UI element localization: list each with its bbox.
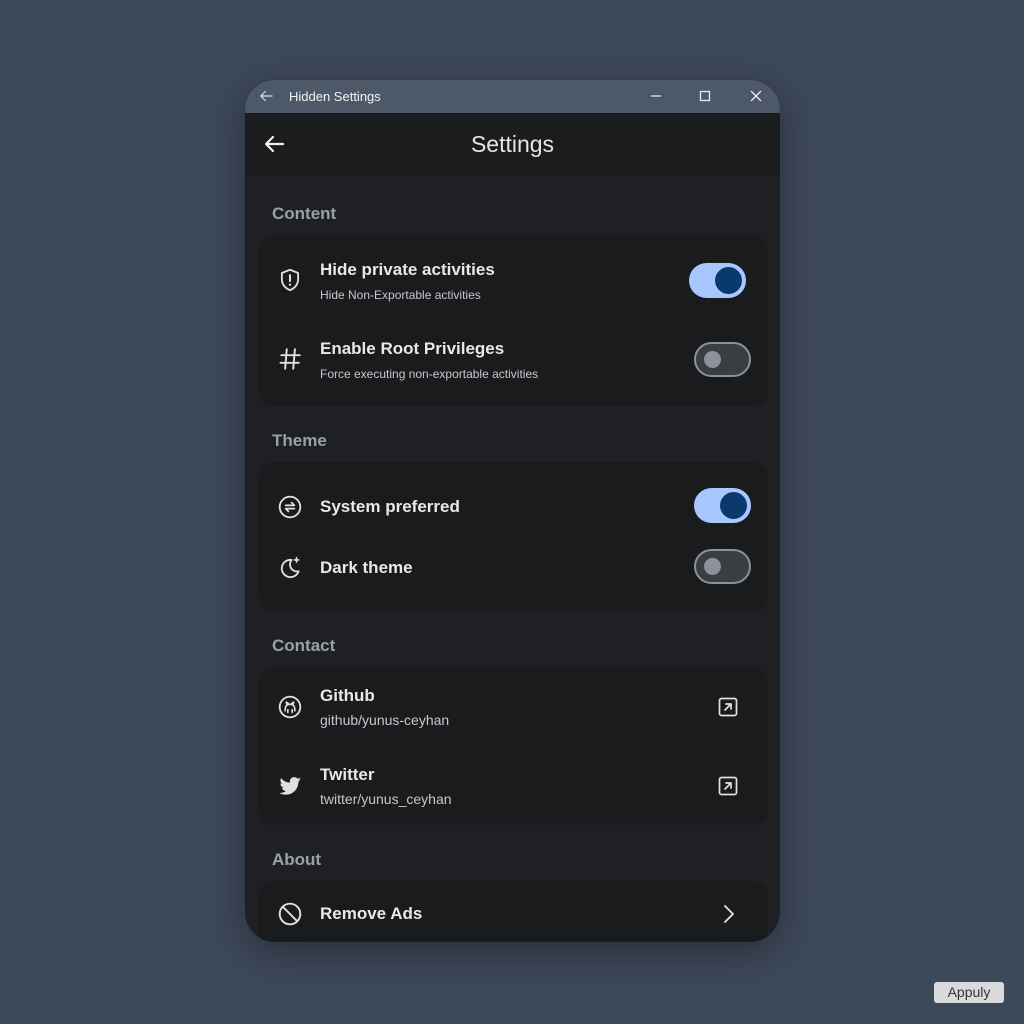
hash-icon [279, 348, 301, 370]
contact-title: Twitter [320, 765, 375, 784]
setting-title: Hide private activities [320, 260, 495, 279]
chevron-right-icon[interactable] [716, 902, 740, 926]
setting-title: Dark theme [320, 558, 413, 577]
sync-theme-icon [278, 495, 302, 519]
dark-theme-toggle[interactable] [694, 549, 751, 584]
shield-alert-icon [280, 268, 300, 291]
card-theme: System preferred Dark theme [259, 462, 768, 611]
titlebar-back-icon[interactable] [257, 87, 275, 105]
open-external-icon[interactable] [716, 774, 740, 798]
about-remove-ads[interactable]: Remove Ads [259, 881, 768, 942]
section-title-content: Content [272, 204, 337, 223]
setting-dark-theme[interactable]: Dark theme [259, 537, 768, 611]
minimize-icon[interactable] [647, 87, 665, 105]
twitter-icon [279, 777, 301, 795]
window-title: Hidden Settings [289, 89, 381, 104]
contact-twitter[interactable]: Twitter twitter/yunus_ceyhan [259, 746, 768, 825]
setting-subtitle: Hide Non-Exportable activities [320, 288, 481, 302]
block-icon [278, 902, 302, 926]
moon-star-icon [280, 556, 300, 578]
setting-subtitle: Force executing non-exportable activitie… [320, 367, 539, 381]
setting-title: System preferred [320, 497, 460, 516]
contact-handle: twitter/yunus_ceyhan [320, 791, 452, 807]
setting-hide-private[interactable]: Hide private activities Hide Non-Exporta… [259, 235, 768, 320]
window-titlebar[interactable]: Hidden Settings [245, 80, 780, 113]
toggle-knob [720, 492, 747, 519]
github-icon [278, 695, 302, 719]
setting-system-preferred[interactable]: System preferred [259, 462, 768, 537]
contact-github[interactable]: Github github/yunus-ceyhan [259, 667, 768, 746]
close-icon[interactable] [747, 87, 765, 105]
app-window: Hidden Settings Settings Content Hide pr… [245, 80, 780, 942]
hide-private-toggle[interactable] [689, 263, 746, 298]
about-item-title: Remove Ads [320, 904, 423, 923]
root-privileges-toggle[interactable] [694, 342, 751, 377]
maximize-icon[interactable] [696, 87, 714, 105]
card-contact: Github github/yunus-ceyhan Twitter twitt… [259, 667, 768, 825]
contact-title: Github [320, 686, 375, 705]
setting-root-privileges[interactable]: Enable Root Privileges Force executing n… [259, 320, 768, 406]
section-title-theme: Theme [272, 431, 327, 450]
apply-button[interactable]: Appuly [934, 982, 1004, 1003]
toggle-knob [704, 558, 721, 575]
contact-handle: github/yunus-ceyhan [320, 712, 450, 728]
system-preferred-toggle[interactable] [694, 488, 751, 523]
section-title-about: About [272, 850, 322, 869]
page-title: Settings [470, 131, 555, 157]
card-about: Remove Ads [259, 881, 768, 942]
toggle-knob [715, 267, 742, 294]
section-title-contact: Contact [272, 636, 336, 655]
setting-title: Enable Root Privileges [320, 339, 505, 358]
open-external-icon[interactable] [716, 695, 740, 719]
toggle-knob [704, 351, 721, 368]
card-content: Hide private activities Hide Non-Exporta… [259, 235, 768, 406]
app-bar: Settings [245, 113, 780, 175]
